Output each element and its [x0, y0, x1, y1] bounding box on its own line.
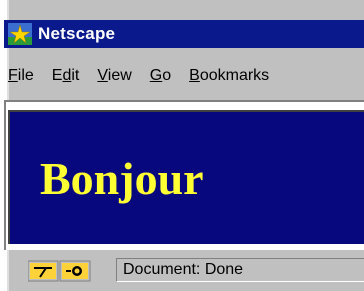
page-content[interactable]: Bonjour [8, 110, 364, 244]
menu-file[interactable]: File [8, 67, 34, 85]
menu-bar: File Edit View Go Bookmarks [4, 58, 364, 94]
title-bar[interactable]: Netscape [4, 20, 364, 48]
window-title: Netscape [38, 24, 116, 43]
status-text: Document: Done [116, 258, 364, 282]
status-bar: Document: Done [4, 254, 364, 288]
connection-icon[interactable] [59, 260, 91, 282]
status-icons [27, 259, 100, 283]
menu-go[interactable]: Go [150, 67, 171, 85]
menu-bookmarks[interactable]: Bookmarks [189, 67, 269, 85]
security-key-icon[interactable] [27, 260, 59, 282]
menu-view[interactable]: View [97, 67, 131, 85]
netscape-app-icon [8, 23, 32, 45]
menu-edit[interactable]: Edit [52, 67, 80, 85]
page-heading: Bonjour [40, 153, 204, 204]
